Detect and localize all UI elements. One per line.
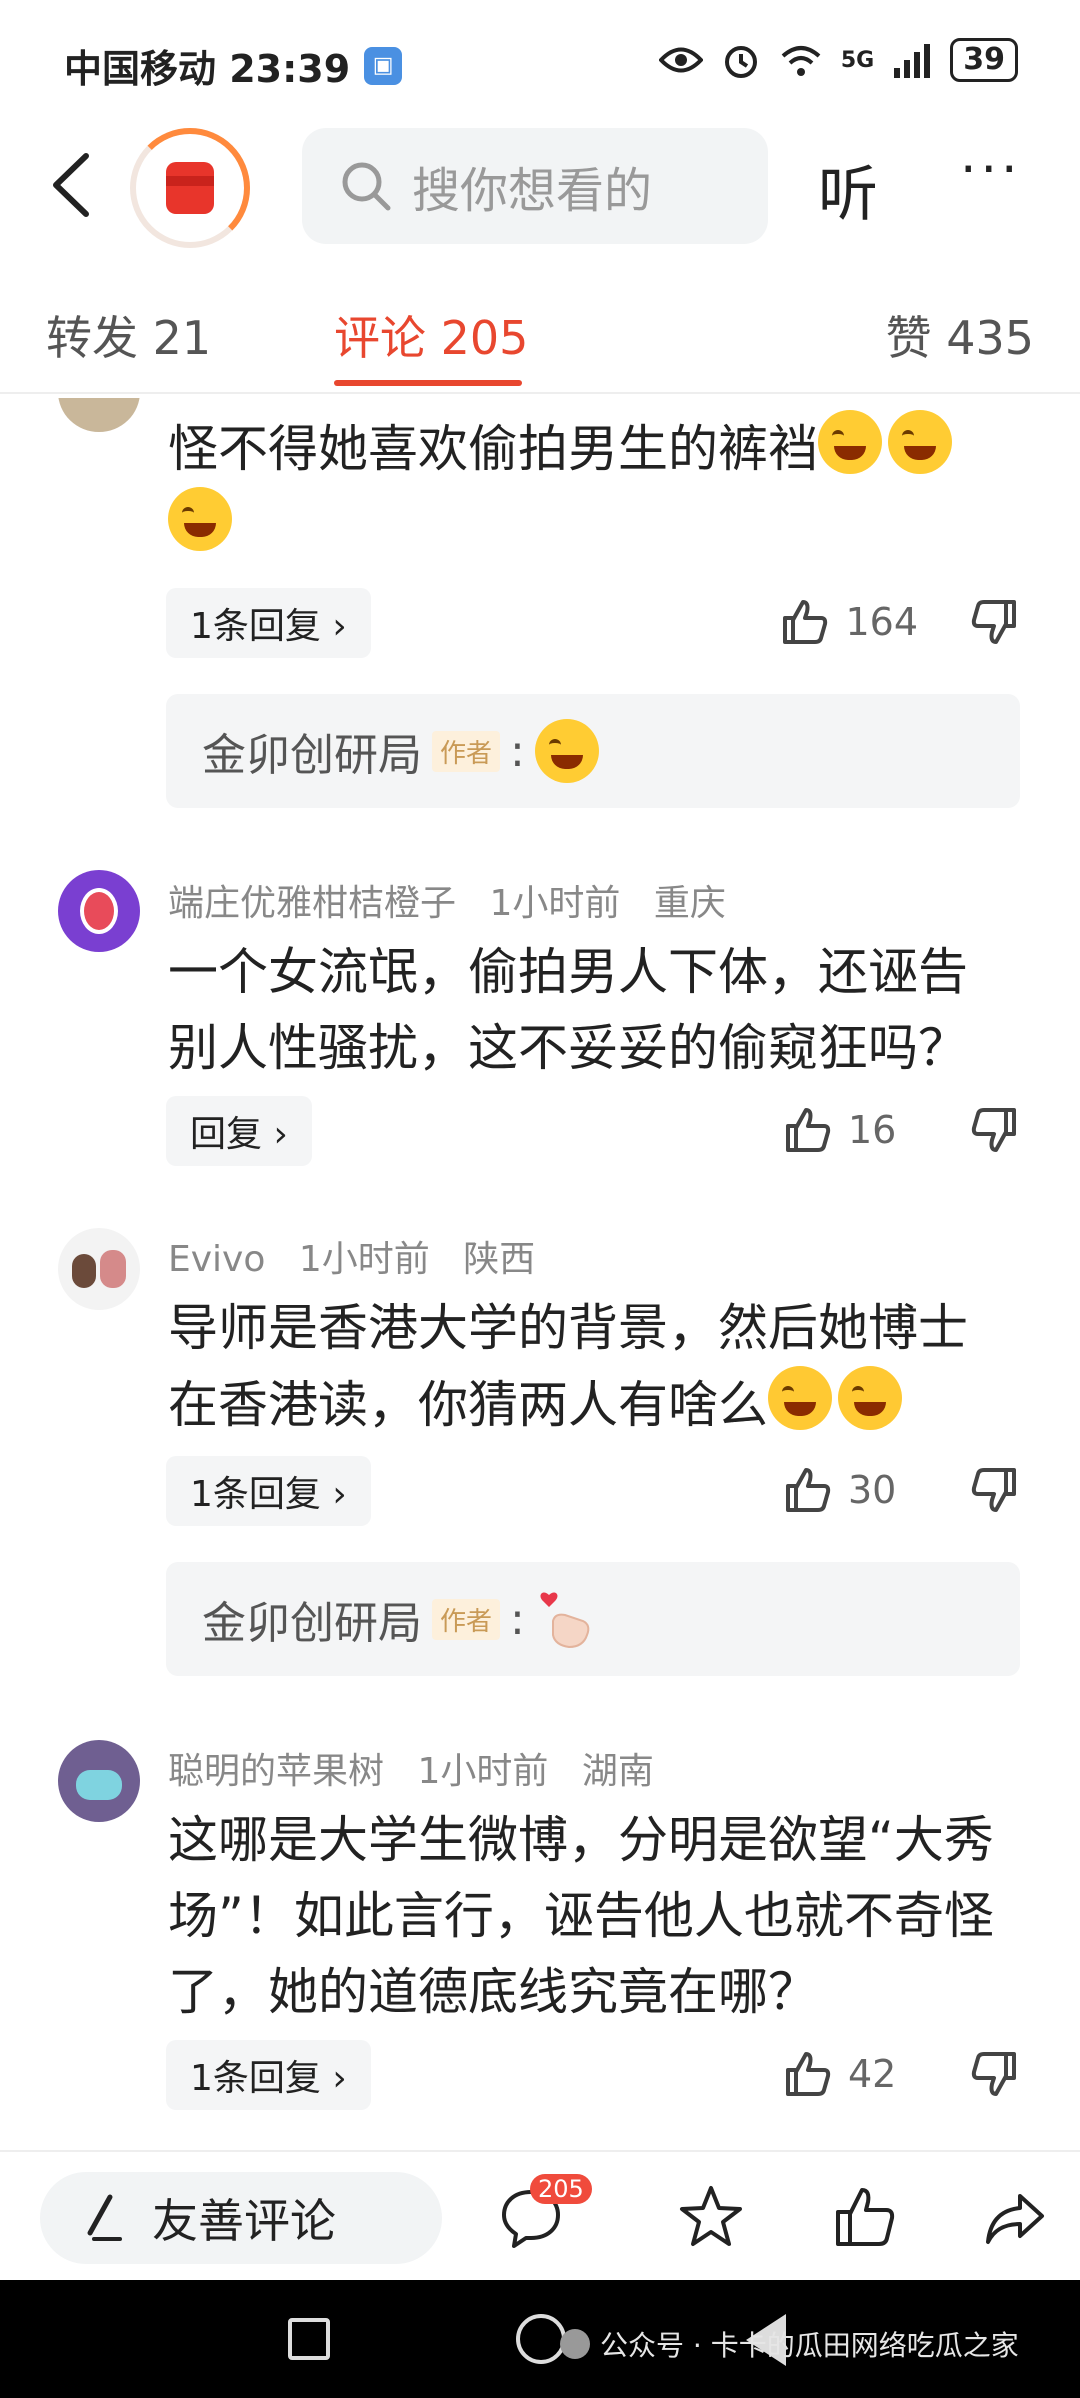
tab-likes[interactable]: 赞 435 <box>886 302 1034 368</box>
status-left: 中国移动 23:39 ▣ <box>64 38 403 93</box>
envelope-shape <box>166 162 214 214</box>
like-count: 16 <box>848 1108 897 1152</box>
thumbs-down-icon[interactable] <box>968 1464 1020 1516</box>
comment-actions: 30 <box>782 1464 1020 1516</box>
author-reply[interactable]: 金卯创研局 作者 : <box>166 1562 1020 1676</box>
status-right: 5G 39 <box>658 38 1018 82</box>
location: 陕西 <box>463 1239 536 1280</box>
bottom-action-bar: 友善评论 205 <box>0 2150 1080 2280</box>
like-icon[interactable] <box>830 2182 900 2252</box>
timestamp: 1小时前 <box>298 1239 430 1280</box>
active-tab-indicator <box>334 380 522 386</box>
search-placeholder: 搜你想看的 <box>412 163 653 219</box>
timestamp: 1小时前 <box>417 1751 549 1792</box>
eye-icon <box>658 47 703 73</box>
comment-count-badge: 205 <box>530 2174 592 2204</box>
notification-icon: ▣ <box>364 46 403 85</box>
star-icon[interactable] <box>676 2182 746 2252</box>
comment-body: 一个女流氓，偷拍男人下体，还诬告别人性骚扰，这不妥妥的偷窥狂吗？ <box>168 943 968 1077</box>
thumbs-up-icon[interactable] <box>779 596 831 648</box>
laughing-emoji-icon <box>168 487 232 551</box>
like-count: 164 <box>845 600 918 644</box>
pen-icon <box>87 2194 122 2241</box>
tab-bar: 转发 21 评论 205 赞 435 <box>0 290 1080 390</box>
recent-apps-icon[interactable] <box>288 2318 330 2360</box>
username[interactable]: 聪明的苹果树 <box>168 1751 384 1792</box>
network-label: 5G <box>840 47 875 73</box>
reply-separator: : <box>510 1593 525 1645</box>
reply-button[interactable]: 1条回复 › <box>166 588 371 658</box>
crying-laughing-emoji-icon <box>534 719 599 783</box>
comment-meta: 端庄优雅柑桔橙子 1小时前 重庆 <box>168 874 748 926</box>
location: 湖南 <box>581 1751 654 1792</box>
back-icon[interactable] <box>44 150 104 220</box>
wechat-icon <box>560 2329 590 2359</box>
timestamp: 1小时前 <box>489 883 621 924</box>
thumbs-down-icon[interactable] <box>968 596 1020 648</box>
battery-indicator: 39 <box>950 38 1018 82</box>
avatar[interactable] <box>58 1740 140 1822</box>
location: 重庆 <box>653 883 726 924</box>
comment-actions: 42 <box>782 2048 1020 2100</box>
avatar[interactable] <box>58 870 140 952</box>
watermark: 公众号 · 卡卡的瓜田网络吃瓜之家 <box>560 2324 1019 2364</box>
alarm-icon <box>724 46 757 78</box>
search-icon <box>342 162 391 211</box>
search-input[interactable]: 搜你想看的 <box>302 128 768 244</box>
comment-meta: 聪明的苹果树 1小时前 湖南 <box>168 1742 676 1794</box>
username[interactable]: Evivo <box>168 1239 265 1280</box>
like-count: 42 <box>848 2052 897 2096</box>
top-nav: 搜你想看的 听 ··· <box>0 120 1080 252</box>
tab-forward[interactable]: 转发 21 <box>46 302 211 368</box>
divider <box>0 392 1080 394</box>
compose-label: 友善评论 <box>152 2194 336 2248</box>
system-nav-bar: 公众号 · 卡卡的瓜田网络吃瓜之家 <box>0 2280 1080 2398</box>
more-button[interactable]: ··· <box>960 140 1022 200</box>
reply-button[interactable]: 回复 › <box>166 1096 312 1166</box>
comment-actions: 16 <box>782 1104 1020 1156</box>
tab-comments[interactable]: 评论 205 <box>334 302 528 368</box>
finger-heart-icon <box>540 1592 590 1649</box>
reply-separator: : <box>510 725 525 777</box>
status-bar: 中国移动 23:39 ▣ 5G 39 <box>0 0 1080 120</box>
laughing-emoji-icon <box>818 410 882 474</box>
share-icon[interactable] <box>980 2182 1050 2252</box>
comment-actions: 164 <box>779 596 1020 648</box>
comment-body: 怪不得她喜欢偷拍男生的裤裆 <box>168 410 1008 564</box>
avatar[interactable] <box>58 1228 140 1310</box>
author-reply[interactable]: 金卯创研局 作者 : <box>166 694 1020 808</box>
author-tag: 作者 <box>432 730 501 772</box>
thumbs-up-icon[interactable] <box>782 1464 834 1516</box>
thumbs-down-icon[interactable] <box>968 1104 1020 1156</box>
like-count: 30 <box>848 1468 897 1512</box>
thumbs-down-icon[interactable] <box>968 2048 1020 2100</box>
author-tag: 作者 <box>432 1598 501 1640</box>
listen-button[interactable]: 听 <box>818 146 878 233</box>
red-packet-icon[interactable] <box>130 128 250 248</box>
carrier-time: 中国移动 23:39 <box>64 47 351 91</box>
thumbs-up-icon[interactable] <box>782 1104 834 1156</box>
signal-icon <box>894 44 931 78</box>
home-icon[interactable] <box>516 2314 566 2364</box>
comment-meta: Evivo 1小时前 陕西 <box>168 1230 557 1282</box>
author-name: 金卯创研局 <box>202 1598 422 1649</box>
smirk-emoji-icon <box>768 1366 832 1430</box>
wifi-icon <box>781 46 821 76</box>
author-name: 金卯创研局 <box>202 730 422 781</box>
smirk-emoji-icon <box>838 1366 902 1430</box>
username[interactable]: 端庄优雅柑桔橙子 <box>168 883 456 924</box>
comment-body: 导师是香港大学的背景，然后她博士在香港读，你猜两人有啥么 <box>168 1299 968 1434</box>
watermark-text: 公众号 · 卡卡的瓜田网络吃瓜之家 <box>600 2329 1019 2362</box>
compose-comment-input[interactable]: 友善评论 <box>40 2172 442 2264</box>
reply-button[interactable]: 1条回复 › <box>166 1456 371 1526</box>
thumbs-up-icon[interactable] <box>782 2048 834 2100</box>
laughing-emoji-icon <box>888 410 952 474</box>
comment-body: 这哪是大学生微博，分明是欲望“大秀场”！如此言行，诬告他人也就不奇怪了，她的道德… <box>168 1811 994 2021</box>
reply-button[interactable]: 1条回复 › <box>166 2040 371 2110</box>
